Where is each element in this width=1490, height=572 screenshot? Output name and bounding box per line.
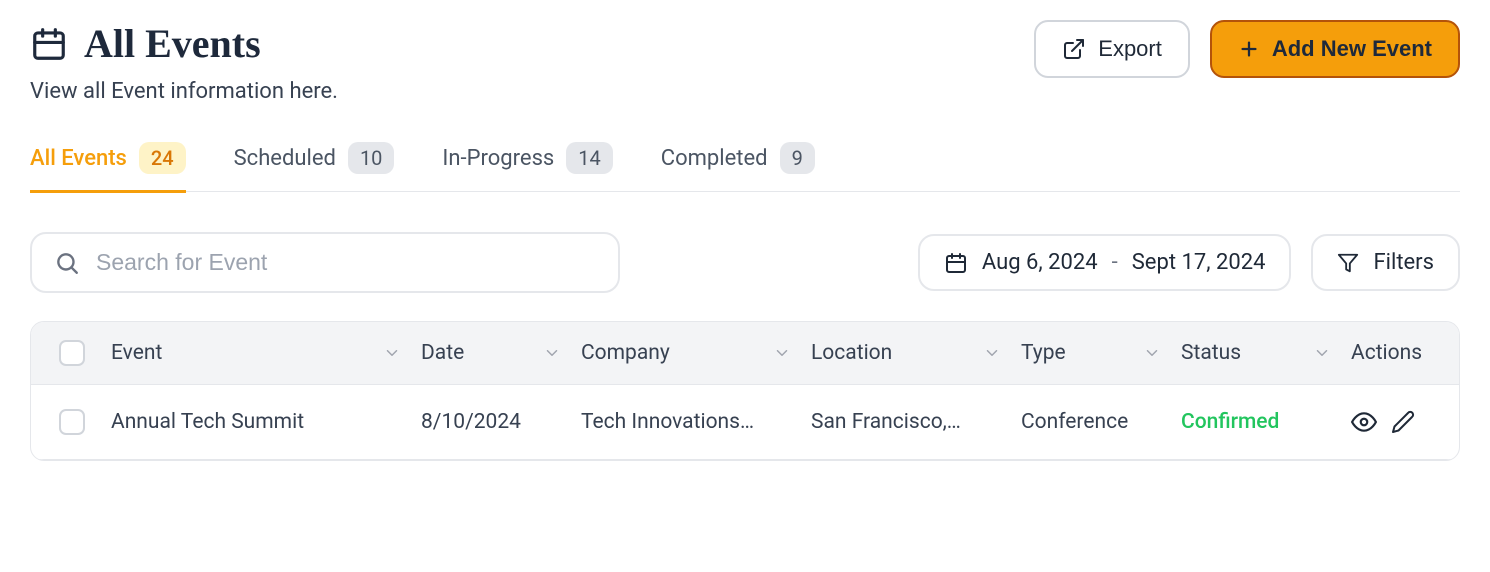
cell-location: San Francisco,… — [801, 410, 1011, 434]
filter-icon — [1337, 252, 1359, 274]
tab-scheduled[interactable]: Scheduled 10 — [234, 134, 395, 193]
chevron-down-icon — [383, 344, 401, 362]
col-company[interactable]: Company — [571, 341, 801, 365]
filters-label: Filters — [1373, 250, 1434, 275]
date-start: Aug 6, 2024 — [982, 250, 1098, 275]
select-all-checkbox[interactable] — [59, 340, 85, 366]
chevron-down-icon — [1143, 344, 1161, 362]
date-end: Sept 17, 2024 — [1132, 250, 1266, 275]
row-checkbox[interactable] — [59, 409, 85, 435]
add-label: Add New Event — [1272, 36, 1432, 62]
chevron-down-icon — [543, 344, 561, 362]
col-event[interactable]: Event — [101, 341, 411, 365]
col-date[interactable]: Date — [411, 341, 571, 365]
page-title: All Events — [84, 20, 261, 67]
date-range-picker[interactable]: Aug 6, 2024 - Sept 17, 2024 — [918, 234, 1292, 291]
filters-button[interactable]: Filters — [1311, 234, 1460, 291]
tab-count-badge: 9 — [780, 142, 815, 174]
external-link-icon — [1062, 37, 1086, 61]
chevron-down-icon — [983, 344, 1001, 362]
cell-status: Confirmed — [1171, 410, 1341, 434]
col-location[interactable]: Location — [801, 341, 1011, 365]
table-row: Annual Tech Summit 8/10/2024 Tech Innova… — [31, 385, 1459, 460]
tab-label: In-Progress — [442, 146, 554, 171]
events-table: Event Date Company Location Type Status … — [30, 321, 1460, 461]
chevron-down-icon — [1313, 344, 1331, 362]
calendar-icon — [944, 251, 968, 275]
export-label: Export — [1098, 36, 1162, 62]
tab-count-badge: 10 — [348, 142, 394, 174]
search-input[interactable] — [94, 248, 596, 277]
tab-in-progress[interactable]: In-Progress 14 — [442, 134, 612, 193]
date-separator: - — [1112, 250, 1118, 275]
search-icon — [54, 250, 80, 276]
col-type[interactable]: Type — [1011, 341, 1171, 365]
cell-event: Annual Tech Summit — [101, 410, 411, 434]
tab-count-badge: 14 — [566, 142, 612, 174]
tab-label: Scheduled — [234, 146, 336, 171]
cell-type: Conference — [1011, 410, 1171, 434]
export-button[interactable]: Export — [1034, 20, 1190, 78]
cell-date: 8/10/2024 — [411, 410, 571, 434]
tab-label: All Events — [30, 146, 127, 171]
plus-icon — [1238, 38, 1260, 60]
tabs: All Events 24 Scheduled 10 In-Progress 1… — [30, 134, 1460, 192]
tab-count-badge: 24 — [139, 142, 186, 174]
tab-all-events[interactable]: All Events 24 — [30, 134, 186, 193]
view-icon[interactable] — [1351, 409, 1377, 435]
tab-completed[interactable]: Completed 9 — [661, 134, 815, 193]
search-box[interactable] — [30, 232, 620, 293]
tab-label: Completed — [661, 146, 768, 171]
chevron-down-icon — [773, 344, 791, 362]
edit-icon[interactable] — [1391, 410, 1415, 434]
page-subtitle: View all Event information here. — [30, 79, 338, 104]
calendar-icon — [30, 25, 68, 63]
cell-company: Tech Innovations… — [571, 410, 801, 434]
table-header: Event Date Company Location Type Status … — [31, 322, 1459, 385]
col-actions: Actions — [1341, 341, 1460, 365]
add-new-event-button[interactable]: Add New Event — [1210, 20, 1460, 78]
col-status[interactable]: Status — [1171, 341, 1341, 365]
